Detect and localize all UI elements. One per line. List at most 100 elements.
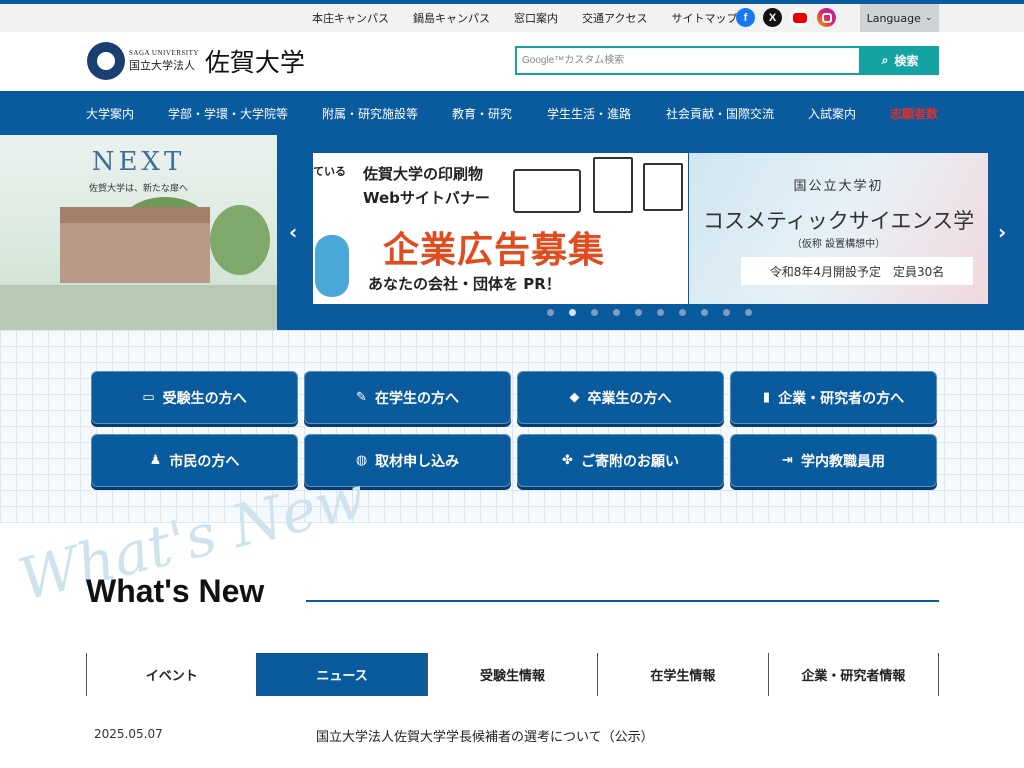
tab-companies[interactable]: 企業・研究者情報	[767, 653, 940, 696]
mascot-illustration	[315, 235, 349, 297]
quick-link-button[interactable]: ▭ 受験生の方へ	[91, 371, 298, 424]
search-button-label: 検索	[894, 54, 919, 68]
quick-link-label: 企業・研究者の方へ	[778, 390, 905, 407]
search-icon: ⌕	[881, 53, 889, 67]
banner2-line2: コスメティックサイエンス学	[703, 209, 975, 233]
hero-carousel: NEXT 佐賀大学は、新たな扉へ ‹ ている 佐賀大学の印刷物 Webサイトバナ…	[0, 135, 1024, 330]
banner-line2: Webサイトバナー	[363, 189, 490, 207]
quick-link-button[interactable]: ♟ 市民の方へ	[91, 434, 298, 487]
youtube-icon[interactable]	[790, 8, 809, 27]
carousel-dot[interactable]	[635, 309, 642, 316]
carousel-dot[interactable]	[701, 309, 708, 316]
whats-new-divider	[306, 600, 939, 602]
utility-link-access[interactable]: 交通アクセス	[582, 10, 647, 26]
whats-new-title: What's New	[86, 573, 265, 609]
login-icon: ⇥	[782, 453, 793, 468]
webpage-icon	[643, 163, 683, 211]
poster-subtitle: 佐賀大学は、新たな扉へ	[88, 184, 188, 194]
nav-item-student-life[interactable]: 学生生活・進路	[547, 105, 631, 122]
carousel-dots	[547, 309, 752, 316]
language-label: Language	[866, 11, 921, 25]
next-poster[interactable]: NEXT 佐賀大学は、新たな扉へ	[0, 135, 277, 330]
nav-item-faculties[interactable]: 学部・学環・大学院等	[168, 105, 288, 122]
quick-link-button[interactable]: ▮ 企業・研究者の方へ	[730, 371, 937, 424]
carousel-dot[interactable]	[723, 309, 730, 316]
quick-link-label: 卒業生の方へ	[587, 390, 672, 407]
nav-item-about[interactable]: 大学案内	[86, 105, 134, 122]
quick-link-label: 受験生の方へ	[162, 390, 247, 407]
x-icon[interactable]: X	[763, 8, 782, 27]
people-icon: ♟	[149, 453, 162, 468]
news-date: 2025.05.07	[94, 727, 163, 741]
carousel-prev-button[interactable]: ‹	[289, 220, 297, 244]
utility-link-honjo[interactable]: 本庄キャンパス	[312, 10, 389, 26]
banner2-line1: 国公立大学初	[793, 179, 884, 194]
language-dropdown[interactable]: Language ⌄	[860, 4, 939, 32]
tab-events[interactable]: イベント	[86, 653, 256, 696]
ground-illustration	[0, 285, 277, 330]
nav-item-facilities[interactable]: 附属・研究施設等	[322, 105, 418, 122]
carousel-next-button[interactable]: ›	[998, 220, 1006, 244]
tab-news[interactable]: ニュース	[256, 653, 427, 696]
social-links: f X	[736, 8, 836, 27]
carousel-dot[interactable]	[613, 309, 620, 316]
globe-icon: ◍	[355, 453, 368, 468]
book-icon	[513, 169, 581, 213]
quick-link-button[interactable]: ✤ ご寄附のお願い	[517, 434, 724, 487]
nav-item-community[interactable]: 社会貢献・国際交流	[666, 105, 774, 122]
logo-text: SAGA UNIVERSITY 国立大学法人	[129, 49, 199, 73]
quick-link-label: 学内教職員用	[800, 453, 885, 470]
banner2-line4: 令和8年4月開設予定 定員30名	[741, 257, 973, 285]
carousel-dot[interactable]	[745, 309, 752, 316]
university-emblem-icon	[87, 42, 125, 80]
pencil-icon: ✎	[356, 390, 367, 405]
book-icon: ▭	[142, 390, 155, 405]
carousel-dot[interactable]	[547, 309, 554, 316]
utility-links: 本庄キャンパス 鍋島キャンパス 窓口案内 交通アクセス サイトマップ	[312, 4, 761, 32]
utility-bar: 本庄キャンパス 鍋島キャンパス 窓口案内 交通アクセス サイトマップ f X L…	[0, 4, 1024, 32]
nav-item-education[interactable]: 教育・研究	[452, 105, 512, 122]
nav-item-admissions[interactable]: 入試案内	[808, 105, 856, 122]
news-title-link[interactable]: 国立大学法人佐賀大学学長候補者の選考について（公示）	[316, 726, 654, 745]
ad-banner[interactable]: ている 佐賀大学の印刷物 Webサイトバナー 企業広告募集 あなたの会社・団体を…	[313, 153, 688, 304]
tree-illustration	[210, 205, 270, 275]
bag-icon	[593, 157, 633, 213]
banner-headline: 企業広告募集	[383, 230, 606, 271]
nav-item-applicants[interactable]: 志願者数	[890, 105, 938, 122]
logo-name: 佐賀大学	[204, 48, 305, 77]
building-icon: ▮	[762, 390, 771, 405]
tab-applicants[interactable]: 受験生情報	[426, 653, 597, 696]
search-button[interactable]: ⌕ 検索	[861, 46, 939, 75]
quick-link-label: 市民の方へ	[169, 453, 240, 470]
logo-english: SAGA UNIVERSITY	[129, 49, 199, 57]
utility-link-counter[interactable]: 窓口案内	[514, 10, 558, 26]
facebook-icon[interactable]: f	[736, 8, 755, 27]
carousel-dot[interactable]	[679, 309, 686, 316]
carousel-dot[interactable]	[569, 309, 576, 316]
poster-title: NEXT	[91, 147, 186, 177]
quick-link-label: 在学生の方へ	[374, 390, 459, 407]
news-tabs: イベント ニュース 受験生情報 在学生情報 企業・研究者情報	[86, 653, 940, 696]
quick-link-button[interactable]: ✎ 在学生の方へ	[304, 371, 511, 424]
utility-link-nabeshima[interactable]: 鍋島キャンパス	[413, 10, 490, 26]
quick-link-label: 取材申し込み	[375, 453, 460, 470]
chevron-down-icon: ⌄	[924, 13, 933, 23]
site-logo[interactable]: SAGA UNIVERSITY 国立大学法人 佐賀大学	[87, 42, 305, 80]
banner-cta: あなたの会社・団体を PR！	[368, 275, 561, 293]
logo-corporation: 国立大学法人	[129, 59, 195, 72]
instagram-icon[interactable]	[817, 8, 836, 27]
banner-cut-text: ている	[313, 165, 346, 178]
tab-students[interactable]: 在学生情報	[597, 653, 767, 696]
search-input[interactable]: Google™カスタム検索	[515, 46, 861, 75]
search-placeholder: Google™カスタム検索	[522, 55, 625, 66]
carousel-dot[interactable]	[657, 309, 664, 316]
graduation-cap-icon: ◆	[569, 390, 580, 405]
utility-link-sitemap[interactable]: サイトマップ	[671, 10, 737, 26]
quick-links-area	[0, 330, 1024, 523]
cosmetic-science-banner[interactable]: 国公立大学初 コスメティックサイエンス学 （仮称 設置構想中） 令和8年4月開設…	[689, 153, 988, 304]
quick-link-button[interactable]: ⇥ 学内教職員用	[730, 434, 937, 487]
banner2-line3: （仮称 設置構想中）	[791, 239, 886, 250]
clover-icon: ✤	[562, 453, 573, 468]
carousel-dot[interactable]	[591, 309, 598, 316]
quick-link-button[interactable]: ◆ 卒業生の方へ	[517, 371, 724, 424]
